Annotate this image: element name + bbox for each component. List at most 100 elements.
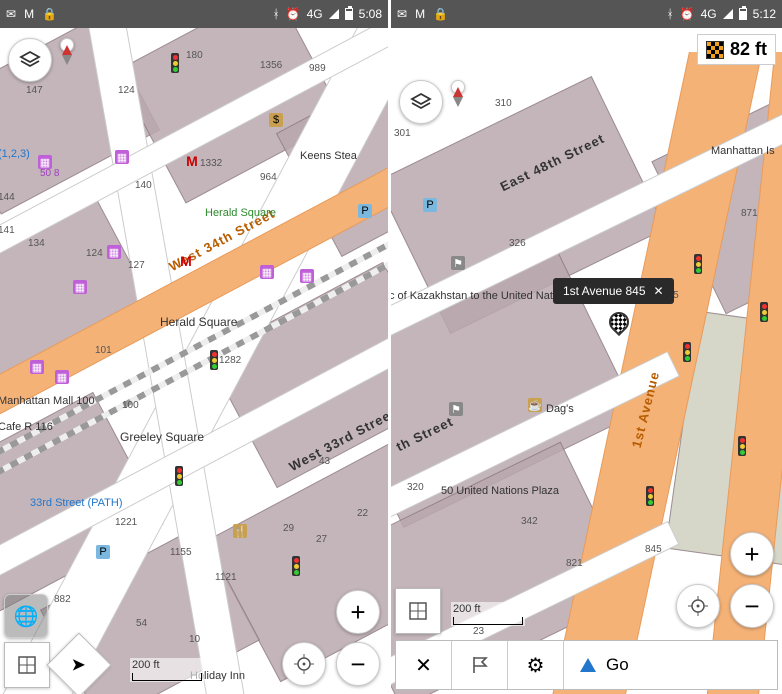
signal-icon [329, 9, 339, 19]
zoom-out-button[interactable]: − [730, 584, 774, 628]
scale-label: 200 ft [132, 659, 160, 671]
poi-cafe-icon: ☕ [528, 398, 542, 412]
distance-value: 82 ft [730, 39, 767, 60]
house-num: 326 [509, 238, 526, 249]
close-icon[interactable]: ✕ [654, 284, 664, 298]
grid-button[interactable] [4, 642, 50, 688]
traffic-light-icon [683, 342, 691, 362]
scale-bar: 200 ft [451, 602, 525, 626]
house-num: 29 [283, 523, 294, 534]
herald-square-label: Herald Square [160, 315, 237, 329]
globe-button[interactable]: 🌐 [4, 594, 48, 638]
house-num: 43 [319, 456, 330, 467]
checkered-flag-icon [706, 41, 724, 59]
poi-shop-icon: ▦ [107, 245, 121, 259]
clock-time: 5:08 [359, 7, 382, 21]
bluetooth-icon: ᚼ [272, 7, 279, 21]
compass-button[interactable] [451, 80, 465, 94]
house-num: 124 [86, 248, 103, 259]
house-num: 23 [473, 626, 484, 637]
mail-icon: M [415, 7, 425, 21]
signal-icon [723, 9, 733, 19]
poi-food-icon: 🍴 [233, 524, 247, 538]
poi-park-icon: P [423, 198, 437, 212]
status-bar: ✉ M 🔒 ᚼ ⏰ 4G 5:08 [0, 0, 388, 28]
house-num: 342 [521, 516, 538, 527]
metro-icon: М [185, 154, 199, 168]
gear-icon: ⚙ [527, 653, 545, 678]
go-button[interactable]: Go [564, 641, 777, 689]
layers-button[interactable] [399, 80, 443, 124]
alarm-icon: ⏰ [680, 7, 695, 21]
poi-flag-icon: ⚑ [449, 402, 463, 416]
callout-text: 1st Avenue 845 [563, 284, 646, 298]
cancel-button[interactable]: ✕ [396, 641, 452, 689]
subway-123: (1,2,3) [0, 148, 30, 160]
house-num: 54 [136, 618, 147, 629]
house-num: 22 [357, 508, 368, 519]
house-num: 1221 [115, 517, 137, 528]
poi-keens: Keens Stea [300, 150, 357, 162]
house-num: 320 [407, 482, 424, 493]
battery-icon [739, 8, 747, 20]
traffic-light-icon [760, 302, 768, 322]
traffic-light-icon [292, 556, 300, 576]
poi-un-plaza: 50 United Nations Plaza [441, 485, 559, 497]
house-num: 140 [135, 180, 152, 191]
house-num: 871 [741, 208, 758, 219]
herald-sq-park: Herald Square [205, 207, 276, 219]
crosshair-icon [687, 595, 709, 617]
lock-icon: 🔒 [433, 7, 448, 21]
grid-button[interactable] [395, 588, 441, 634]
locate-button[interactable] [282, 642, 326, 686]
house-num: 147 [26, 85, 43, 96]
battery-icon [345, 8, 353, 20]
poi-manhattan-mall: Manhattan Mall 100 [0, 395, 95, 407]
zoom-in-button[interactable]: + [336, 590, 380, 634]
house-num: 964 [260, 172, 277, 183]
settings-button[interactable]: ⚙ [508, 641, 564, 689]
address-callout[interactable]: 1st Avenue 845 ✕ [553, 278, 674, 304]
traffic-light-icon [646, 486, 654, 506]
poi-shop-icon: ▦ [115, 150, 129, 164]
poi-flag-icon: ⚑ [451, 256, 465, 270]
traffic-light-icon [171, 53, 179, 73]
network-label: 4G [701, 7, 717, 21]
house-num: 10 [189, 634, 200, 645]
poi-shop-icon: ▦ [30, 360, 44, 374]
house-num: 124 [118, 85, 135, 96]
metro-icon: М [179, 254, 193, 268]
manhattan-is-label: Manhattan Is [711, 145, 775, 157]
house-num: 141 [0, 225, 15, 236]
poi-shop-icon: ▦ [260, 265, 274, 279]
zoom-in-button[interactable]: + [730, 532, 774, 576]
poi-park-icon: P [358, 204, 372, 218]
waypoint-button[interactable] [452, 641, 508, 689]
route-toolbar: ✕ ⚙ Go [395, 640, 778, 690]
flag-outline-icon [470, 655, 490, 675]
house-num: 144 [0, 192, 15, 203]
house-num: 180 [186, 50, 203, 61]
house-num: 845 [645, 544, 662, 555]
mail-icon: M [24, 7, 34, 21]
layers-icon [19, 49, 41, 71]
poi-shop-icon: ▦ [55, 370, 69, 384]
house-num: 821 [566, 558, 583, 569]
distance-badge: 82 ft [697, 34, 776, 65]
layers-button[interactable] [8, 38, 52, 82]
house-num: 134 [28, 238, 45, 249]
locate-button[interactable] [676, 584, 720, 628]
house-num: 27 [316, 534, 327, 545]
go-label: Go [606, 655, 629, 675]
compass-button[interactable] [60, 38, 74, 52]
path-station: 33rd Street (PATH) [30, 497, 123, 509]
voicemail-icon: ✉ [397, 7, 407, 21]
zoom-out-button[interactable]: − [336, 642, 380, 686]
poi-508: 50 8 [40, 168, 59, 179]
nav-arrow-icon [580, 658, 596, 672]
network-label: 4G [307, 7, 323, 21]
traffic-light-icon [738, 436, 746, 456]
grid-icon [17, 655, 37, 675]
house-num: 127 [128, 260, 145, 271]
house-num: 1121 [215, 572, 237, 583]
